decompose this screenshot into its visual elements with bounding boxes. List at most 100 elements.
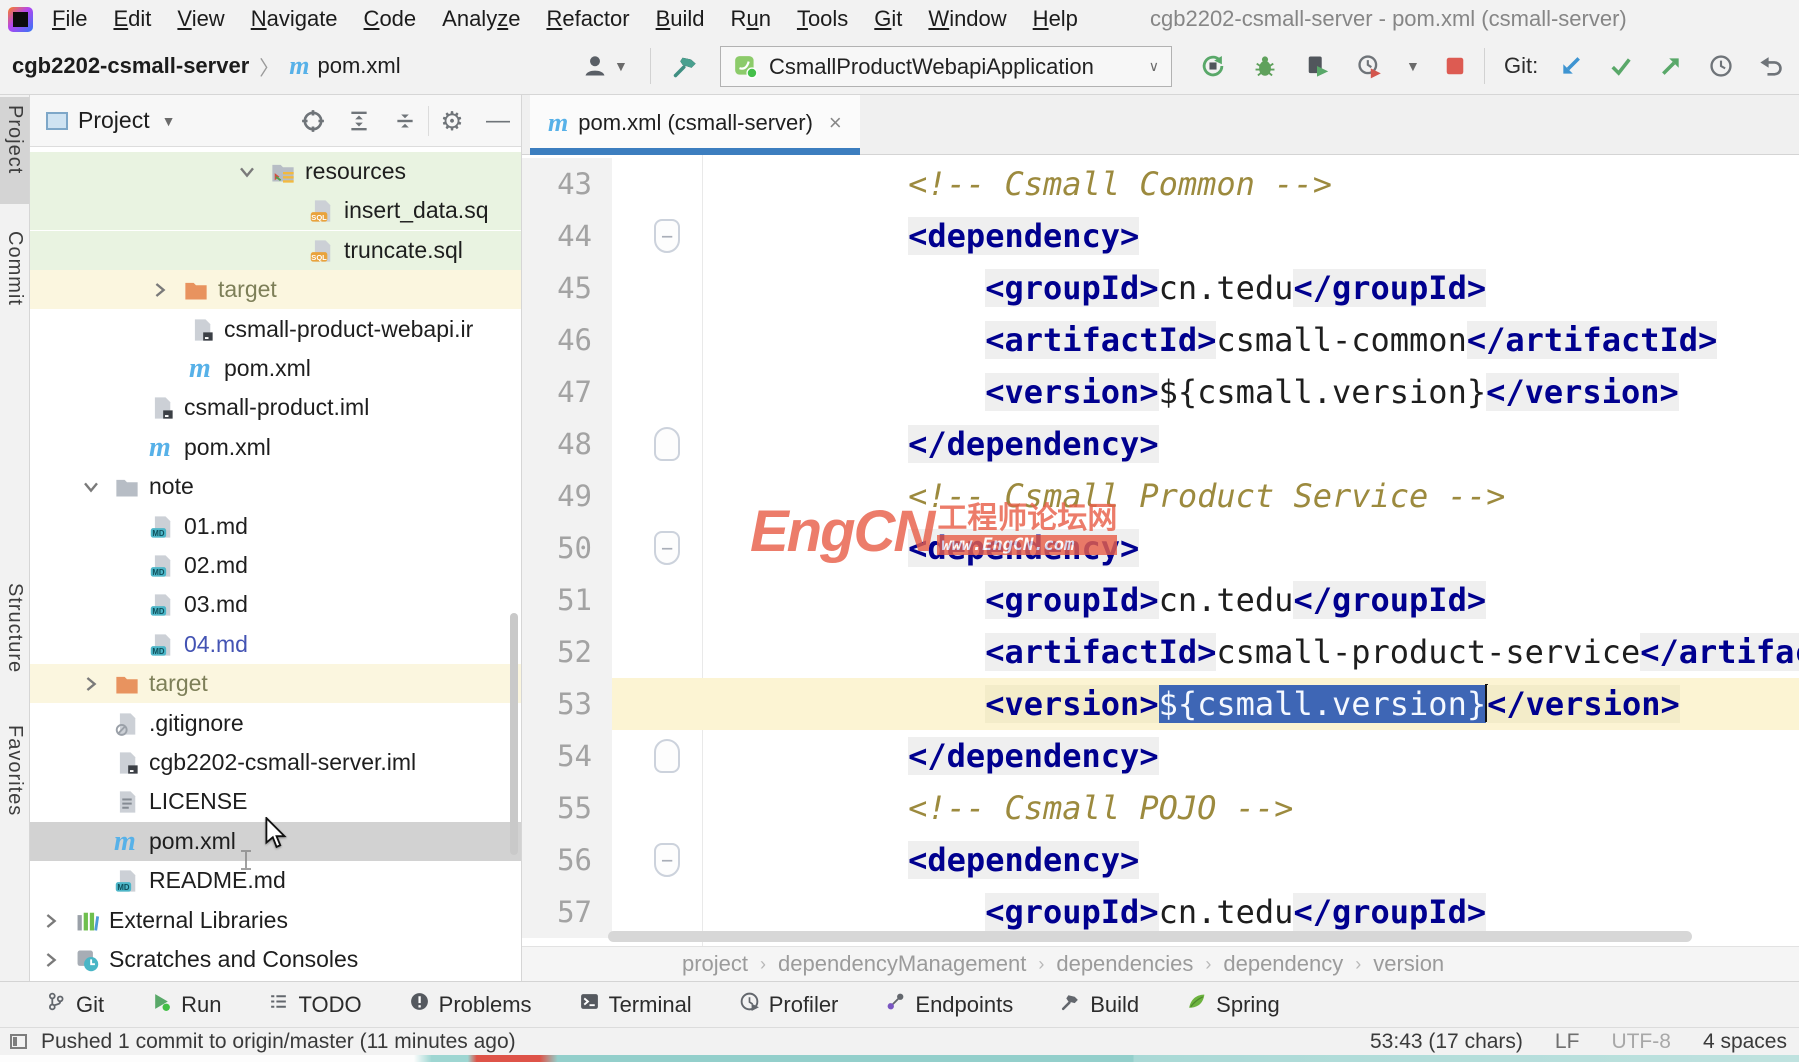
debug-button[interactable] (1248, 49, 1282, 83)
hide-panel-button[interactable]: — (475, 101, 521, 141)
code-line-55[interactable]: 55 <!-- Csmall POJO --> (522, 782, 1799, 834)
fold-marker-icon[interactable] (654, 427, 680, 461)
fold-marker-icon[interactable] (654, 739, 680, 773)
tree-item-csmall-product-iml[interactable]: csmall-product.iml (30, 388, 521, 427)
stripe-tab-structure[interactable]: Structure (0, 575, 29, 703)
tree-item-target[interactable]: target (30, 270, 521, 309)
menu-code[interactable]: Code (351, 6, 430, 32)
tool-window-toggle-icon[interactable] (10, 1034, 27, 1049)
tree-item-resources[interactable]: resources (30, 152, 521, 191)
menu-build[interactable]: Build (643, 6, 718, 32)
breadcrumb-project[interactable]: cgb2202-csmall-server (12, 53, 249, 79)
chevron-right-icon[interactable] (79, 672, 103, 696)
code-line-54[interactable]: 54 </dependency> (522, 730, 1799, 782)
stripe-tab-project[interactable]: Project (0, 97, 29, 204)
tree-item-scratches-and-consoles[interactable]: Scratches and Consoles (30, 940, 521, 979)
git-push-button[interactable] (1654, 49, 1688, 83)
menu-git[interactable]: Git (861, 6, 915, 32)
tree-item-target[interactable]: target (30, 664, 521, 703)
tree-item-note[interactable]: note (30, 467, 521, 506)
chevron-right-icon[interactable] (39, 909, 63, 933)
tree-item-external-libraries[interactable]: External Libraries (30, 901, 521, 940)
xml-breadcrumb-project[interactable]: project (682, 951, 748, 977)
build-project-button[interactable] (668, 38, 702, 94)
tree-item-truncate-sql[interactable]: SQLtruncate.sql (30, 231, 521, 270)
project-tree-scrollbar[interactable] (510, 613, 518, 855)
tree-item-02-md[interactable]: MD02.md (30, 546, 521, 585)
tree-item-readme-md[interactable]: MDREADME.md (30, 861, 521, 900)
git-revert-button[interactable] (1754, 49, 1788, 83)
tree-item-gitignore[interactable]: .gitignore (30, 704, 521, 743)
code-line-50[interactable]: 50− <dependency> (522, 522, 1799, 574)
breadcrumb-file[interactable]: pom.xml (318, 53, 401, 79)
tree-item-pom-xml[interactable]: mpom.xml (30, 349, 521, 388)
tree-item-insert-data-sq[interactable]: SQLinsert_data.sq (30, 191, 521, 230)
menu-analyze[interactable]: Analyze (429, 6, 533, 32)
code-line-52[interactable]: 52 <artifactId>csmall-product-service</a… (522, 626, 1799, 678)
code-line-53[interactable]: 53 <version>${csmall.version}</version> (522, 678, 1799, 730)
editor-tab-pom-xml[interactable]: m pom.xml (csmall-server) × (530, 95, 860, 151)
code-line-44[interactable]: 44− <dependency> (522, 210, 1799, 262)
code-line-51[interactable]: 51 <groupId>cn.tedu</groupId> (522, 574, 1799, 626)
code-line-47[interactable]: 47 <version>${csmall.version}</version> (522, 366, 1799, 418)
tool-window-button-build[interactable]: Build (1060, 991, 1139, 1018)
fold-marker-icon[interactable]: − (654, 843, 680, 877)
tool-window-button-problems[interactable]: Problems (409, 991, 532, 1018)
tool-window-button-profiler[interactable]: Profiler (739, 991, 839, 1018)
run-configuration-select[interactable]: CsmallProductWebapiApplication ∨ (720, 46, 1172, 87)
menu-help[interactable]: Help (1020, 6, 1091, 32)
code-line-46[interactable]: 46 <artifactId>csmall-common</artifactId… (522, 314, 1799, 366)
collapse-all-button[interactable] (382, 101, 428, 141)
tool-window-button-terminal[interactable]: Terminal (579, 991, 692, 1018)
code-line-49[interactable]: 49 <!-- Csmall Product Service --> (522, 470, 1799, 522)
git-commit-button[interactable] (1604, 49, 1638, 83)
code-line-43[interactable]: 43 <!-- Csmall Common --> (522, 158, 1799, 210)
tool-window-button-run[interactable]: Run (151, 991, 221, 1018)
chevron-down-icon[interactable] (235, 160, 259, 184)
menu-run[interactable]: Run (718, 6, 784, 32)
tree-item-01-md[interactable]: MD01.md (30, 507, 521, 546)
rerun-button[interactable] (1196, 49, 1230, 83)
tool-window-button-todo[interactable]: TODO (268, 991, 361, 1018)
xml-breadcrumb-version[interactable]: version (1373, 951, 1444, 977)
line-separator-widget[interactable]: LF (1555, 1030, 1580, 1054)
run-with-coverage-button[interactable] (1300, 49, 1334, 83)
code-line-48[interactable]: 48 </dependency> (522, 418, 1799, 470)
tool-window-button-spring[interactable]: Spring (1186, 991, 1280, 1018)
menu-navigate[interactable]: Navigate (238, 6, 351, 32)
code-line-56[interactable]: 56− <dependency> (522, 834, 1799, 886)
stripe-tab-commit[interactable]: Commit (0, 223, 29, 336)
encoding-widget[interactable]: UTF-8 (1611, 1030, 1671, 1054)
chevron-right-icon[interactable] (148, 278, 172, 302)
code-line-45[interactable]: 45 <groupId>cn.tedu</groupId> (522, 262, 1799, 314)
menu-view[interactable]: View (164, 6, 237, 32)
tree-item-license[interactable]: LICENSE (30, 782, 521, 821)
fold-marker-icon[interactable]: − (654, 219, 680, 253)
xml-breadcrumb-dependencies[interactable]: dependencies (1056, 951, 1193, 977)
git-history-button[interactable] (1704, 49, 1738, 83)
expand-all-button[interactable] (336, 101, 382, 141)
tree-item-03-md[interactable]: MD03.md (30, 585, 521, 624)
xml-breadcrumb-dependencymanagement[interactable]: dependencyManagement (778, 951, 1026, 977)
git-update-button[interactable] (1554, 49, 1588, 83)
code-editor[interactable]: 43 <!-- Csmall Common -->44− <dependency… (522, 155, 1799, 946)
tool-window-button-endpoints[interactable]: Endpoints (885, 991, 1013, 1018)
chevron-down-icon[interactable]: ▼ (162, 113, 176, 129)
chevron-down-icon[interactable] (79, 475, 103, 499)
editor-horizontal-scrollbar[interactable] (608, 931, 1692, 942)
settings-gear-button[interactable]: ⚙ (429, 101, 475, 141)
profiler-button[interactable] (1352, 49, 1386, 83)
tree-item-cgb2202-csmall-server-iml[interactable]: cgb2202-csmall-server.iml (30, 743, 521, 782)
menu-file[interactable]: File (39, 6, 100, 32)
tree-item-csmall-product-webapi-ir[interactable]: csmall-product-webapi.ir (30, 310, 521, 349)
collaboration-button[interactable]: ▼ (578, 38, 628, 94)
close-tab-icon[interactable]: × (829, 110, 842, 136)
fold-marker-icon[interactable]: − (654, 531, 680, 565)
xml-breadcrumb-dependency[interactable]: dependency (1223, 951, 1343, 977)
tree-item-pom-xml[interactable]: mpom.xml (30, 428, 521, 467)
chevron-down-icon[interactable]: ▼ (1406, 58, 1420, 74)
stop-button[interactable] (1438, 49, 1472, 83)
menu-window[interactable]: Window (915, 6, 1019, 32)
project-panel-title[interactable]: Project (78, 107, 150, 134)
menu-edit[interactable]: Edit (100, 6, 164, 32)
